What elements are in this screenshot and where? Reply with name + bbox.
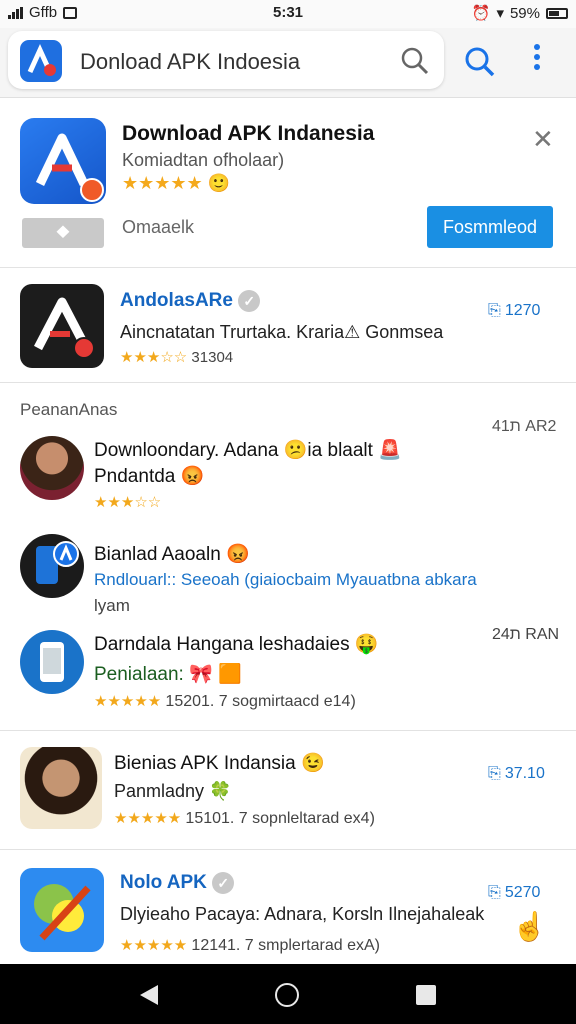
post-subtitle: Rndlouarl:: Seeoah (giaiocbaim Myauatbna…: [94, 570, 477, 589]
wifi-icon: ▾: [496, 5, 504, 22]
section-side-label: 41ת AR2: [492, 418, 557, 435]
post-subtitle: Penialaan: 🎀 🟧: [94, 664, 242, 685]
more-options-icon[interactable]: [534, 44, 540, 70]
promo-rating: ★★★★★ 🙂: [122, 173, 231, 193]
search-button-icon[interactable]: [464, 46, 496, 83]
phone-app-icon[interactable]: [20, 630, 84, 694]
app-rating: ★★★★★ 12141. 7 smplertarad exA): [120, 937, 380, 954]
promo-title: Download APK Indanesia: [122, 122, 375, 145]
share-icon: ⎘: [488, 302, 501, 319]
app-stat: ⎘ 37.10: [488, 765, 545, 782]
featured-app-name: AndolasARe ✓: [120, 290, 261, 312]
phone-app-icon[interactable]: [20, 534, 84, 598]
post-side-label: 24ת RAN: [492, 626, 560, 643]
battery-percent: 59%: [509, 4, 540, 22]
app-logo-icon: [20, 40, 62, 82]
back-icon[interactable]: [140, 985, 158, 1005]
featured-app-row[interactable]: AndolasARe ✓ Aincnatatan Trurtaka. Krari…: [0, 268, 576, 382]
battery-icon: [546, 7, 568, 19]
status-bar: Gffb 5:31 ⏰ ▾ 59%: [0, 0, 576, 28]
promo-secondary-button[interactable]: ⯁: [22, 218, 104, 248]
divider: [0, 382, 576, 383]
app-stat: ⎘ 5270: [488, 884, 541, 901]
post-title[interactable]: Darndala Hangana leshadaies 🤑: [94, 632, 379, 656]
search-icon[interactable]: [400, 46, 430, 81]
home-icon[interactable]: [275, 983, 299, 1007]
featured-app-rating: ★★★☆☆ 31304: [120, 349, 234, 366]
share-icon: ⎘: [488, 884, 501, 901]
cursor-hand-icon: ☝: [512, 911, 547, 942]
smile-emoji: 🙂: [207, 173, 231, 193]
post-rating: ★★★★★ 15201. 7 sogmirtaacd e14): [94, 693, 356, 710]
app-rating: ★★★★★ 15101. 7 sopnleltarad ex4): [114, 810, 375, 827]
app-icon: [20, 747, 102, 829]
featured-app-desc: Aincnatatan Trurtaka. Kraria⚠ Gonmsea: [120, 322, 444, 342]
recent-apps-icon[interactable]: [416, 985, 436, 1005]
featured-app-stat: ⎘ 1270: [488, 302, 541, 319]
search-box[interactable]: Donload APK Indoesia: [8, 31, 444, 89]
post-title[interactable]: Bianlad Aaoaln 😡: [94, 542, 250, 566]
app-name: Nolo APK ✓: [120, 872, 235, 894]
share-icon: ⎘: [488, 765, 501, 782]
featured-app-icon: [20, 284, 104, 368]
promo-card: Download APK Indanesia Komiadtan ofholaa…: [0, 98, 576, 268]
app-icon: [20, 868, 104, 952]
verified-icon: ✓: [238, 290, 261, 312]
system-nav-bar: [0, 964, 576, 1024]
post-title[interactable]: Downloondary. Adana 😕ia blaalt 🚨: [94, 438, 402, 462]
app-row[interactable]: Nolo APK ✓ Dlyieaho Pacaya: Adnara, Kors…: [0, 850, 576, 964]
app-subtitle: Dlyieaho Pacaya: Adnara, Korsln Ilnejaha…: [120, 904, 485, 924]
app-subtitle: Panmladny 🍀: [114, 781, 232, 801]
download-button[interactable]: Fosmmleod: [427, 206, 553, 248]
app-row[interactable]: Bienias APK Indansia 😉 Panmladny 🍀 ★★★★★…: [0, 731, 576, 849]
app-name: Bienias APK Indansia 😉: [114, 753, 325, 774]
search-input[interactable]: Donload APK Indoesia: [80, 49, 300, 75]
close-icon[interactable]: ✕: [532, 124, 554, 155]
verified-icon: ✓: [212, 872, 235, 894]
promo-subtitle: Komiadtan ofholaar): [122, 150, 285, 170]
alarm-icon: ⏰: [471, 5, 491, 22]
search-header: Donload APK Indoesia: [0, 28, 576, 98]
promo-secondary-label: Omaaelk: [122, 217, 195, 237]
promo-app-icon[interactable]: [20, 118, 106, 204]
post-subtitle: Pndantda 😡: [94, 466, 205, 487]
post-subtitle-cont: lyam: [94, 596, 130, 615]
post-rating: ★★★☆☆: [94, 494, 162, 511]
avatar[interactable]: [20, 436, 84, 500]
section-title: PeananAnas: [20, 400, 118, 419]
